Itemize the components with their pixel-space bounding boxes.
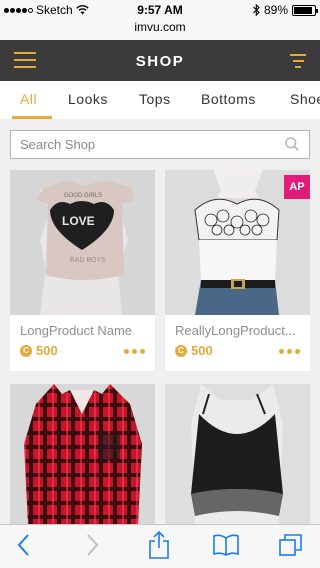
app-header: SHOP [0, 40, 320, 81]
battery-icon [292, 4, 318, 16]
url-bar[interactable]: imvu.com [0, 20, 320, 40]
product-name[interactable]: ReallyLongProduct... [175, 323, 303, 338]
browser-toolbar [0, 524, 320, 568]
bookmarks-icon[interactable] [212, 533, 240, 557]
page-title: SHOP [135, 53, 185, 70]
product-image-red-plaid-shirt[interactable] [10, 384, 155, 524]
tab-looks[interactable]: Looks [68, 91, 108, 107]
product-price: C 500 [20, 343, 58, 358]
share-icon[interactable] [148, 531, 170, 559]
more-options-icon[interactable] [124, 349, 145, 354]
tab-all[interactable]: All [20, 91, 37, 107]
tab-tops[interactable]: Tops [139, 91, 171, 107]
category-tabs: All Looks Tops Bottoms Shoe [0, 81, 320, 119]
tab-bottoms[interactable]: Bottoms [201, 91, 256, 107]
status-right: 89% [253, 3, 318, 17]
svg-text:BAD BOYS: BAD BOYS [70, 257, 106, 264]
ap-badge: AP [284, 175, 310, 199]
price-value: 500 [191, 343, 213, 358]
filter-icon[interactable] [290, 54, 306, 68]
product-card[interactable] [10, 384, 155, 524]
url-text: imvu.com [134, 20, 186, 34]
back-icon[interactable] [16, 533, 30, 557]
search-icon[interactable] [285, 137, 299, 151]
battery-percent: 89% [263, 3, 288, 17]
more-options-icon[interactable] [279, 349, 300, 354]
product-image-black-crop-top[interactable] [165, 384, 310, 524]
price-value: 500 [36, 343, 58, 358]
search-input[interactable] [11, 131, 271, 158]
tabs-icon[interactable] [279, 533, 303, 557]
product-card[interactable]: AP ReallyLongProduct... C 500 [165, 170, 310, 371]
search-box [10, 130, 310, 159]
product-name[interactable]: LongProduct Name [20, 323, 148, 338]
product-card[interactable]: LOVE GOOD GIRLS BAD BOYS LongProduct Nam… [10, 170, 155, 371]
product-image-lace-top-with-jeans[interactable]: AP [165, 170, 310, 315]
bluetooth-icon [253, 4, 260, 16]
page: Sketch 9:57 AM 89% imvu.com SHOP All Loo… [0, 0, 320, 568]
tab-shoes[interactable]: Shoe [290, 91, 320, 107]
svg-text:GOOD GIRLS: GOOD GIRLS [64, 193, 102, 199]
forward-icon[interactable] [86, 533, 100, 557]
product-image-love-tshirt[interactable]: LOVE GOOD GIRLS BAD BOYS [10, 170, 155, 315]
product-card[interactable] [165, 384, 310, 524]
svg-text:LOVE: LOVE [62, 214, 95, 228]
active-tab-indicator [12, 116, 52, 119]
product-price: C 500 [175, 343, 213, 358]
credits-icon: C [175, 344, 187, 357]
status-bar: Sketch 9:57 AM 89% [0, 0, 320, 20]
credits-icon: C [20, 344, 32, 357]
